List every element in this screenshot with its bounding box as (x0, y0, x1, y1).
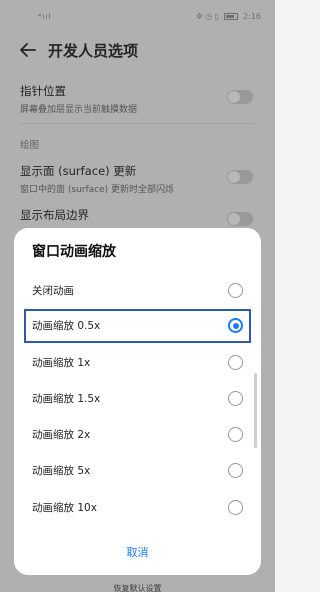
dialog-title: 窗口动画缩放 (32, 244, 116, 260)
radio-button[interactable] (228, 463, 243, 478)
option-label: 动画缩放 10x (32, 502, 97, 514)
radio-button[interactable] (228, 391, 243, 406)
radio-button[interactable] (228, 355, 243, 370)
option-10x[interactable]: 动画缩放 10x (24, 491, 251, 525)
radio-button[interactable] (228, 500, 243, 515)
radio-button-selected[interactable] (228, 318, 243, 333)
option-label: 动画缩放 2x (32, 429, 91, 441)
option-label: 关闭动画 (32, 285, 74, 297)
option-2x[interactable]: 动画缩放 2x (24, 418, 251, 452)
option-label: 动画缩放 1x (32, 357, 91, 369)
option-label: 动画缩放 1.5x (32, 393, 101, 405)
option-5x[interactable]: 动画缩放 5x (24, 454, 251, 488)
scrollbar[interactable] (254, 373, 257, 448)
option-label: 动画缩放 0.5x (32, 320, 101, 332)
option-1x[interactable]: 动画缩放 1x (24, 346, 251, 380)
option-0-5x[interactable]: 动画缩放 0.5x (24, 309, 251, 343)
option-1-5x[interactable]: 动画缩放 1.5x (24, 382, 251, 416)
radio-button[interactable] (228, 283, 243, 298)
radio-button[interactable] (228, 427, 243, 442)
cancel-button[interactable]: 取消 (14, 544, 261, 560)
option-label: 动画缩放 5x (32, 465, 91, 477)
window-animation-scale-dialog: 窗口动画缩放 关闭动画 动画缩放 0.5x 动画缩放 1x 动画缩放 1.5x … (14, 228, 261, 575)
option-off[interactable]: 关闭动画 (24, 274, 251, 308)
